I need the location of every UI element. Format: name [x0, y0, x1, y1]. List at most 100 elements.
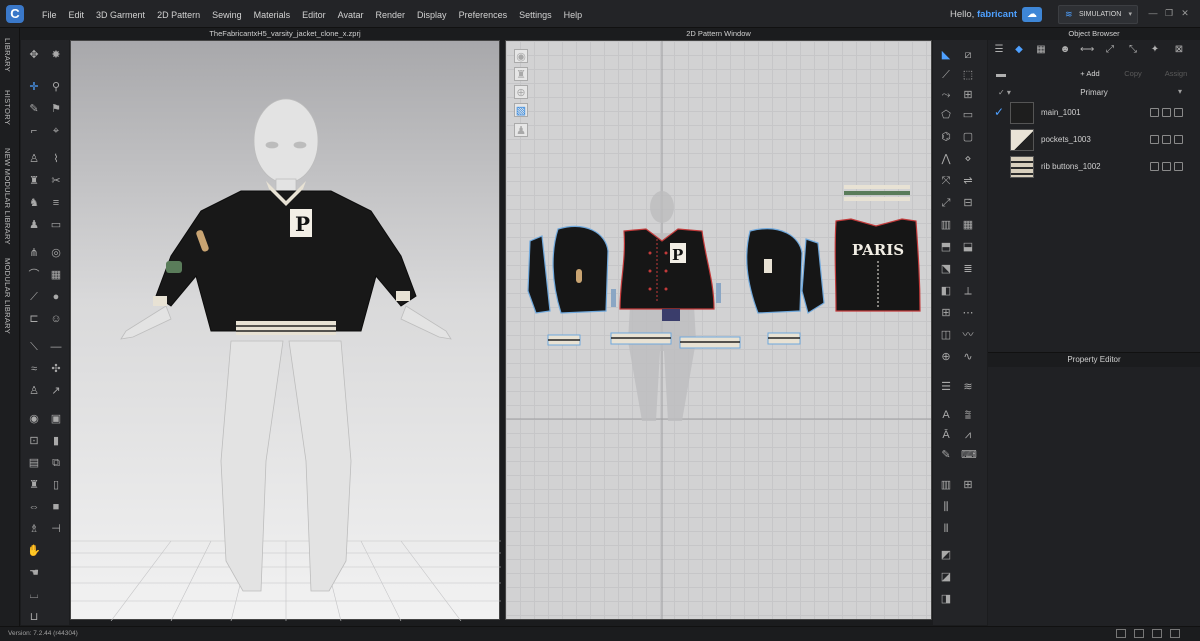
fabric-edit-icon[interactable]: [1162, 162, 1171, 171]
camera-icon[interactable]: ◫: [939, 328, 953, 342]
columns-icon[interactable]: ▥: [939, 478, 953, 492]
menu-editor[interactable]: Editor: [296, 0, 332, 28]
transform-pattern-icon[interactable]: ◣: [939, 48, 953, 62]
shirt-icon[interactable]: ♜: [27, 174, 41, 188]
fabric-add-icon[interactable]: [1150, 135, 1159, 144]
pattern-pieces[interactable]: P PARIS: [506, 41, 932, 620]
box-icon[interactable]: ▣: [49, 412, 63, 426]
edit-point-icon[interactable]: ⟋: [939, 68, 953, 82]
pin-icon[interactable]: ⚲: [49, 80, 63, 94]
fabric-edit-icon[interactable]: [1162, 135, 1171, 144]
button2d-icon[interactable]: ⊞: [961, 478, 975, 492]
body-icon[interactable]: ♟: [27, 218, 41, 232]
fabric-delete-icon[interactable]: [1174, 162, 1183, 171]
tab-library[interactable]: LIBRARY: [3, 38, 12, 72]
strap-icon[interactable]: ⊏: [27, 312, 41, 326]
zigzag-icon[interactable]: ⩘: [961, 428, 975, 442]
restore-icon[interactable]: ❐: [1164, 9, 1174, 18]
panel-icon[interactable]: ▮: [49, 434, 63, 448]
shade-icon[interactable]: ◪: [939, 570, 953, 584]
texture-fill-icon[interactable]: ◨: [939, 592, 953, 606]
menu-edit[interactable]: Edit: [63, 0, 91, 28]
graphic-icon[interactable]: ▦: [961, 218, 975, 232]
menu-render[interactable]: Render: [370, 0, 412, 28]
pin2d-icon[interactable]: ◧: [939, 284, 953, 298]
layout-split-icon[interactable]: [1134, 629, 1144, 638]
segment-sewing-icon[interactable]: ⤧: [939, 174, 953, 188]
menu-2d-pattern[interactable]: 2D Pattern: [151, 0, 206, 28]
topstitch2d-icon[interactable]: ⋯: [961, 306, 975, 320]
fabric-add-icon[interactable]: [1150, 108, 1159, 117]
measure-tab-icon[interactable]: ⤡: [1126, 44, 1140, 56]
viewport-3d[interactable]: P: [70, 40, 501, 622]
assign-button[interactable]: Assign: [1158, 67, 1194, 80]
zipper-tab-icon[interactable]: ⤢: [1103, 44, 1117, 56]
menu-sewing[interactable]: Sewing: [206, 0, 248, 28]
grid-icon[interactable]: ▦: [49, 268, 63, 282]
fabric-row-pockets[interactable]: pockets_1003: [988, 127, 1200, 153]
tab-modular-library[interactable]: MODULAR LIBRARY: [3, 258, 12, 334]
free-sewing-icon[interactable]: ⇌: [961, 174, 975, 188]
move-icon[interactable]: ✛: [27, 80, 41, 94]
menu-preferences[interactable]: Preferences: [453, 0, 514, 28]
folder-icon[interactable]: ▬: [994, 69, 1008, 81]
transform-graphic-icon[interactable]: ⬒: [939, 240, 953, 254]
trace-icon[interactable]: ⤢: [939, 196, 953, 210]
fold-icon[interactable]: ⌐: [27, 124, 41, 138]
viewport-3d-scene[interactable]: P: [71, 41, 501, 622]
brush-icon[interactable]: ✎: [27, 102, 41, 116]
measure2d-icon[interactable]: ⟂: [961, 284, 975, 298]
wind-icon[interactable]: ≈: [27, 362, 41, 376]
simulation-button[interactable]: ≋ SIMULATION ▾: [1058, 5, 1138, 24]
layer-icon[interactable]: ▭: [49, 218, 63, 232]
measure-icon[interactable]: ⌖: [49, 124, 63, 138]
notch-icon[interactable]: ⋄: [961, 152, 975, 166]
pose-icon[interactable]: ✸: [49, 48, 63, 62]
fabric-delete-icon[interactable]: [1174, 135, 1183, 144]
dot-icon[interactable]: ●: [49, 290, 63, 304]
figure-icon[interactable]: ♗: [27, 522, 41, 536]
ruler-icon[interactable]: ✂: [49, 174, 63, 188]
layout-2d-icon[interactable]: [1170, 629, 1180, 638]
graphic-tab-icon[interactable]: ⊠: [1172, 44, 1186, 56]
zipper-icon[interactable]: ≡: [49, 196, 63, 210]
stripes-icon[interactable]: ⫼: [939, 500, 953, 514]
drag-icon[interactable]: ⇔: [27, 500, 41, 514]
layout-3d-icon[interactable]: [1152, 629, 1162, 638]
jacket-icon[interactable]: ♞: [27, 196, 41, 210]
cylinder-icon[interactable]: ▯: [49, 478, 63, 492]
topstitch-tab-icon[interactable]: ⟷: [1080, 44, 1094, 56]
split-icon[interactable]: ⊣: [49, 522, 63, 536]
rib-icon[interactable]: ⫴: [939, 522, 953, 536]
text-icon[interactable]: A: [939, 408, 953, 422]
menu-avatar[interactable]: Avatar: [332, 0, 370, 28]
fold-hand-icon[interactable]: ☚: [27, 566, 41, 580]
fabric-icon[interactable]: ▤: [27, 456, 41, 470]
edit-pattern-icon[interactable]: ⧄: [961, 48, 975, 62]
group-chevron-icon[interactable]: ▾: [1178, 87, 1182, 96]
fabric-add-icon[interactable]: [1150, 162, 1159, 171]
align-icon[interactable]: ⬔: [939, 262, 953, 276]
record-icon[interactable]: ◉: [27, 412, 41, 426]
rectangle-icon[interactable]: ▭: [961, 108, 975, 122]
tshirt-icon[interactable]: ♜: [27, 478, 41, 492]
edit-curvature-icon[interactable]: ⤳: [939, 88, 953, 102]
username[interactable]: fabricant: [977, 9, 1017, 20]
square-icon[interactable]: ■: [49, 500, 63, 514]
zoom-icon[interactable]: ⊕: [939, 350, 953, 364]
fabric-delete-icon[interactable]: [1174, 108, 1183, 117]
lines-icon[interactable]: ≣: [961, 262, 975, 276]
seamline2d-icon[interactable]: 〰: [961, 328, 975, 342]
arrow-icon[interactable]: ↗: [49, 384, 63, 398]
topstitch-icon[interactable]: ⌇: [49, 152, 63, 166]
menu-display[interactable]: Display: [411, 0, 453, 28]
scale-icon[interactable]: ⧉: [49, 456, 63, 470]
internal-polygon-icon[interactable]: ⌬: [939, 130, 953, 144]
menu-materials[interactable]: Materials: [248, 0, 297, 28]
fold-arrange-icon[interactable]: ⊞: [939, 306, 953, 320]
list-view-icon[interactable]: ☰: [992, 44, 1006, 56]
select-icon[interactable]: ✥: [27, 48, 41, 62]
pattern-window[interactable]: ◉ ♜ ⊕ ▧ ♟ P PARIS: [505, 40, 932, 620]
tack-icon[interactable]: ⚑: [49, 102, 63, 116]
menu-file[interactable]: File: [36, 0, 63, 28]
